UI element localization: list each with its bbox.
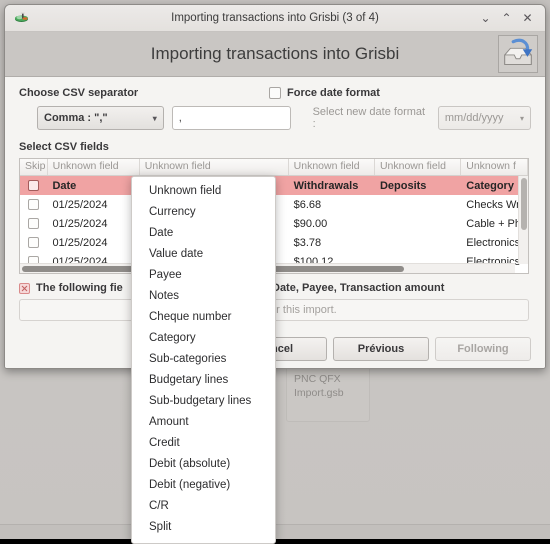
menu-item-date[interactable]: Date bbox=[132, 223, 275, 244]
separator-labels-row: Choose CSV separator Force date format bbox=[19, 87, 531, 99]
row-skip-checkbox[interactable] bbox=[20, 180, 47, 191]
window-title: Importing transactions into Grisbi (3 of… bbox=[171, 12, 379, 24]
cell-date: Date bbox=[52, 179, 77, 192]
table-vertical-scrollbar[interactable] bbox=[518, 176, 528, 264]
warning-text-left: The following fie bbox=[36, 282, 123, 294]
force-date-format-checkbox[interactable]: Force date format bbox=[269, 87, 380, 99]
menu-item-debit-absolute[interactable]: Debit (absolute) bbox=[132, 454, 275, 475]
maximize-icon[interactable]: ⌃ bbox=[497, 9, 516, 28]
row-skip-checkbox[interactable] bbox=[20, 199, 47, 210]
field-type-dropdown-menu[interactable]: Unknown field Currency Date Value date P… bbox=[131, 176, 276, 544]
menu-item-sub-categories[interactable]: Sub-categories bbox=[132, 349, 275, 370]
grisbi-icon bbox=[11, 7, 33, 29]
force-date-format-checkbox-box[interactable] bbox=[269, 87, 281, 99]
scrollbar-thumb[interactable] bbox=[521, 178, 527, 230]
cell-date: 01/25/2024 bbox=[52, 198, 108, 211]
banner-title: Importing transactions into Grisbi bbox=[150, 44, 400, 63]
date-format-select[interactable]: mm/dd/yyyy ▾ bbox=[437, 106, 531, 130]
column-header-1[interactable]: Unknown field bbox=[48, 159, 140, 175]
window-controls: ⌄ ⌃ ✕ bbox=[476, 9, 545, 28]
warning-text-right: ent: Date, Payee, Transaction amount bbox=[248, 282, 445, 294]
error-icon bbox=[19, 282, 30, 294]
menu-item-debit-negative[interactable]: Debit (negative) bbox=[132, 475, 275, 496]
column-header-3[interactable]: Unknown field bbox=[289, 159, 375, 175]
checkbox-icon[interactable] bbox=[28, 199, 40, 210]
csv-fields-table-header: Skip Unknown field Unknown field Unknown… bbox=[20, 159, 528, 176]
menu-item-split[interactable]: Split bbox=[132, 517, 275, 538]
chevron-down-icon: ▾ bbox=[152, 113, 157, 123]
column-header-skip[interactable]: Skip bbox=[20, 159, 48, 175]
menu-item-budgetary-lines[interactable]: Budgetary lines bbox=[132, 370, 275, 391]
checkbox-icon[interactable] bbox=[28, 180, 40, 191]
checkbox-icon[interactable] bbox=[28, 237, 40, 248]
menu-item-value-date[interactable]: Value date bbox=[132, 244, 275, 265]
menu-item-unknown-field[interactable]: Unknown field bbox=[132, 181, 275, 202]
date-format-value: mm/dd/yyyy bbox=[444, 112, 504, 124]
row-skip-checkbox[interactable] bbox=[20, 218, 47, 229]
menu-item-credit[interactable]: Credit bbox=[132, 433, 275, 454]
menu-item-currency[interactable]: Currency bbox=[132, 202, 275, 223]
previous-button[interactable]: Prévious bbox=[333, 337, 429, 361]
cell-date: 01/25/2024 bbox=[52, 236, 108, 249]
menu-item-cr[interactable]: C/R bbox=[132, 496, 275, 517]
cell-withdrawals: $3.78 bbox=[293, 236, 322, 249]
cell-deposits: Deposits bbox=[379, 179, 427, 192]
cell-withdrawals: Withdrawals bbox=[293, 179, 359, 192]
csv-separator-input[interactable]: , bbox=[171, 106, 291, 130]
csv-separator-select[interactable]: Comma : "," ▾ bbox=[37, 106, 164, 130]
file-tile-line1: PNC QFX bbox=[294, 373, 341, 385]
column-header-4[interactable]: Unknown field bbox=[375, 159, 462, 175]
csv-separator-value: Comma : "," bbox=[44, 112, 108, 124]
following-button[interactable]: Following bbox=[435, 337, 531, 361]
separator-controls-row: Comma : "," ▾ , Select new date format :… bbox=[19, 106, 531, 130]
select-csv-fields-label: Select CSV fields bbox=[19, 141, 109, 153]
minimize-icon[interactable]: ⌄ bbox=[476, 9, 495, 28]
cell-withdrawals: $90.00 bbox=[293, 217, 328, 230]
menu-item-sub-budgetary-lines[interactable]: Sub-budgetary lines bbox=[132, 391, 275, 412]
menu-item-category[interactable]: Category bbox=[132, 328, 275, 349]
cell-withdrawals: $6.68 bbox=[293, 198, 322, 211]
menu-item-cheque-number[interactable]: Cheque number bbox=[132, 307, 275, 328]
menu-item-notes[interactable]: Notes bbox=[132, 286, 275, 307]
import-note-text: for this import. bbox=[267, 304, 337, 316]
import-inbox-icon bbox=[498, 35, 538, 73]
csv-separator-input-value: , bbox=[178, 112, 182, 124]
cell-date: 01/25/2024 bbox=[52, 217, 108, 230]
dialog-button-bar: ancel Prévious Following bbox=[231, 337, 531, 361]
window-titlebar[interactable]: Importing transactions into Grisbi (3 of… bbox=[5, 5, 545, 32]
close-icon[interactable]: ✕ bbox=[518, 9, 537, 28]
chevron-down-icon: ▾ bbox=[519, 113, 524, 123]
dialog-banner: Importing transactions into Grisbi bbox=[5, 32, 545, 77]
column-header-5[interactable]: Unknown f bbox=[461, 159, 528, 175]
file-tile-line2: Import.gsb bbox=[294, 387, 344, 399]
row-skip-checkbox[interactable] bbox=[20, 237, 47, 248]
column-header-2[interactable]: Unknown field bbox=[140, 159, 289, 175]
select-new-date-format-label: Select new date format : bbox=[312, 106, 426, 130]
checkbox-icon[interactable] bbox=[28, 218, 40, 229]
menu-item-amount[interactable]: Amount bbox=[132, 412, 275, 433]
force-date-format-label: Force date format bbox=[287, 87, 380, 99]
choose-csv-separator-label: Choose CSV separator bbox=[19, 87, 139, 99]
desktop-file-tile[interactable]: PNC QFX Import.gsb bbox=[286, 366, 370, 422]
menu-item-payee[interactable]: Payee bbox=[132, 265, 275, 286]
